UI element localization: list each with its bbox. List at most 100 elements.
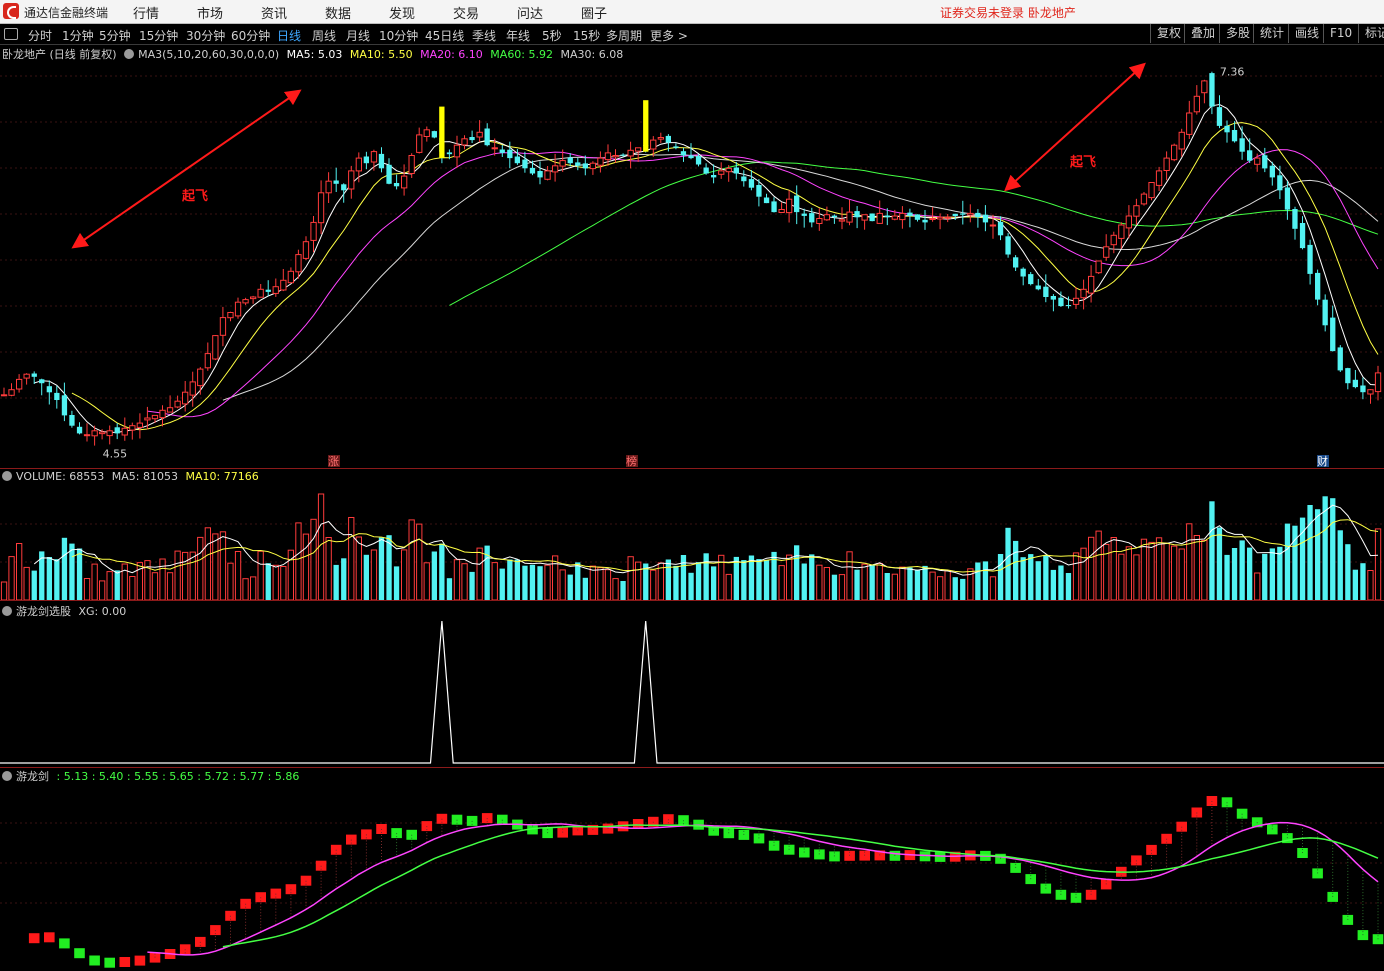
volume-bar	[114, 570, 120, 600]
menu-item[interactable]: 资讯	[261, 3, 287, 22]
candle-body	[1171, 144, 1178, 161]
volume-bar	[250, 576, 257, 600]
candle-body	[846, 211, 853, 223]
candle-body	[620, 154, 626, 156]
candle-body	[1209, 73, 1215, 107]
stock-name: 卧龙地产 (日线 前复权)	[2, 48, 117, 61]
xg-signal-line	[0, 620, 1384, 764]
candle-body	[242, 299, 249, 304]
volume-bar	[1072, 552, 1080, 600]
menu-item[interactable]: 市场	[197, 3, 223, 22]
candle-body	[688, 155, 694, 159]
period-tab[interactable]: 日线	[277, 27, 301, 44]
volume-chart[interactable]	[0, 486, 1384, 600]
candle-body	[144, 417, 151, 421]
volume-bar	[355, 536, 363, 600]
volume-bar	[348, 517, 355, 600]
volume-bar	[333, 564, 339, 600]
period-tab[interactable]: 30分钟	[186, 27, 225, 44]
period-tab[interactable]: 多周期	[606, 27, 642, 44]
toolbar-button[interactable]: 画线	[1288, 24, 1319, 43]
candle-body	[234, 301, 242, 317]
ylj-chart[interactable]	[0, 783, 1384, 971]
dropdown-circle-icon[interactable]	[2, 471, 12, 481]
candle-body	[1262, 155, 1268, 169]
volume-bar	[408, 519, 415, 600]
toolbar-button[interactable]: 复权	[1150, 24, 1181, 43]
volume-bar	[703, 553, 709, 600]
volume-bar	[1178, 548, 1185, 600]
candle-body	[1118, 224, 1125, 239]
candle-body	[854, 211, 860, 218]
volume-bar	[1201, 540, 1208, 600]
volume-bar	[393, 566, 400, 600]
candle-body	[1155, 170, 1163, 186]
volume-bar	[8, 556, 15, 600]
candle-body	[1125, 215, 1132, 229]
toolbar-button[interactable]: 叠加	[1184, 24, 1215, 43]
period-tab[interactable]: 周线	[312, 27, 336, 44]
candle-body	[952, 213, 958, 216]
xg-info-bar: 游龙剑选股 XG: 0.00	[2, 603, 130, 618]
period-tab[interactable]: 月线	[346, 27, 370, 44]
menu-item[interactable]: 行情	[133, 3, 159, 22]
volume-bar	[544, 564, 551, 600]
candle-body	[31, 373, 37, 377]
candle-body	[1005, 236, 1011, 255]
candle-body	[635, 147, 642, 152]
period-tab[interactable]: 5秒	[542, 27, 562, 44]
period-tab[interactable]: 年线	[506, 27, 530, 44]
window-icon[interactable]	[4, 28, 18, 40]
menu-item[interactable]: 发现	[389, 3, 415, 22]
menu-item[interactable]: 问达	[517, 3, 543, 22]
period-tab[interactable]: 60分钟	[231, 27, 270, 44]
candle-body	[1080, 288, 1087, 299]
volume-bar	[121, 563, 128, 600]
volume-bar	[1118, 553, 1125, 600]
period-tab[interactable]: 更多 >	[650, 27, 688, 44]
volume-bar	[54, 559, 60, 600]
period-tab[interactable]: 10分钟	[379, 27, 418, 44]
period-tab[interactable]: 分时	[28, 27, 52, 44]
volume-bar	[567, 574, 573, 600]
candle-body	[1307, 244, 1313, 274]
volume-bar	[1360, 563, 1366, 600]
candle-body	[46, 386, 52, 393]
toolbar-button[interactable]: 标记	[1358, 24, 1384, 43]
period-tab[interactable]: 1分钟	[62, 27, 94, 44]
panel-separator	[0, 468, 1384, 469]
period-tab[interactable]: 15秒	[573, 27, 600, 44]
xg-signal-chart[interactable]	[0, 617, 1384, 767]
ma60-readout: MA60: 5.92	[490, 48, 554, 61]
menu-item[interactable]: 数据	[325, 3, 351, 22]
volume-bar	[182, 551, 189, 600]
toolbar-button[interactable]: 多股	[1219, 24, 1250, 43]
dropdown-circle-icon[interactable]	[124, 49, 135, 59]
dropdown-circle-icon[interactable]	[2, 606, 12, 616]
volume-bar	[401, 549, 408, 600]
menu-item[interactable]: 圈子	[581, 3, 607, 22]
period-tab[interactable]: 45日线	[425, 27, 464, 44]
volume-bar	[1231, 548, 1238, 600]
login-alert[interactable]: 证券交易未登录 卧龙地产	[940, 4, 1076, 21]
toolbar-button[interactable]: F10	[1323, 24, 1352, 43]
candle-body	[967, 212, 974, 216]
period-tab[interactable]: 5分钟	[99, 27, 131, 44]
candle-body	[559, 160, 566, 167]
volume-bar	[891, 573, 899, 600]
volume-bar	[242, 578, 249, 600]
dropdown-circle-icon[interactable]	[2, 771, 12, 781]
candle-body	[106, 430, 113, 437]
period-tab[interactable]: 季线	[472, 27, 496, 44]
volume-bar	[1140, 538, 1148, 600]
sword-block	[934, 851, 946, 862]
candle-body	[575, 162, 581, 166]
volume-bar	[1337, 530, 1343, 600]
period-tab[interactable]: 15分钟	[139, 27, 178, 44]
price-chart[interactable]: 7.364.55起飞起飞涨榜财	[0, 62, 1384, 468]
ma60-line	[449, 161, 1379, 306]
toolbar-button[interactable]: 统计	[1253, 24, 1284, 43]
menu-item[interactable]: 交易	[453, 3, 479, 22]
volume-bar	[280, 566, 287, 600]
volume-bar	[809, 554, 815, 600]
